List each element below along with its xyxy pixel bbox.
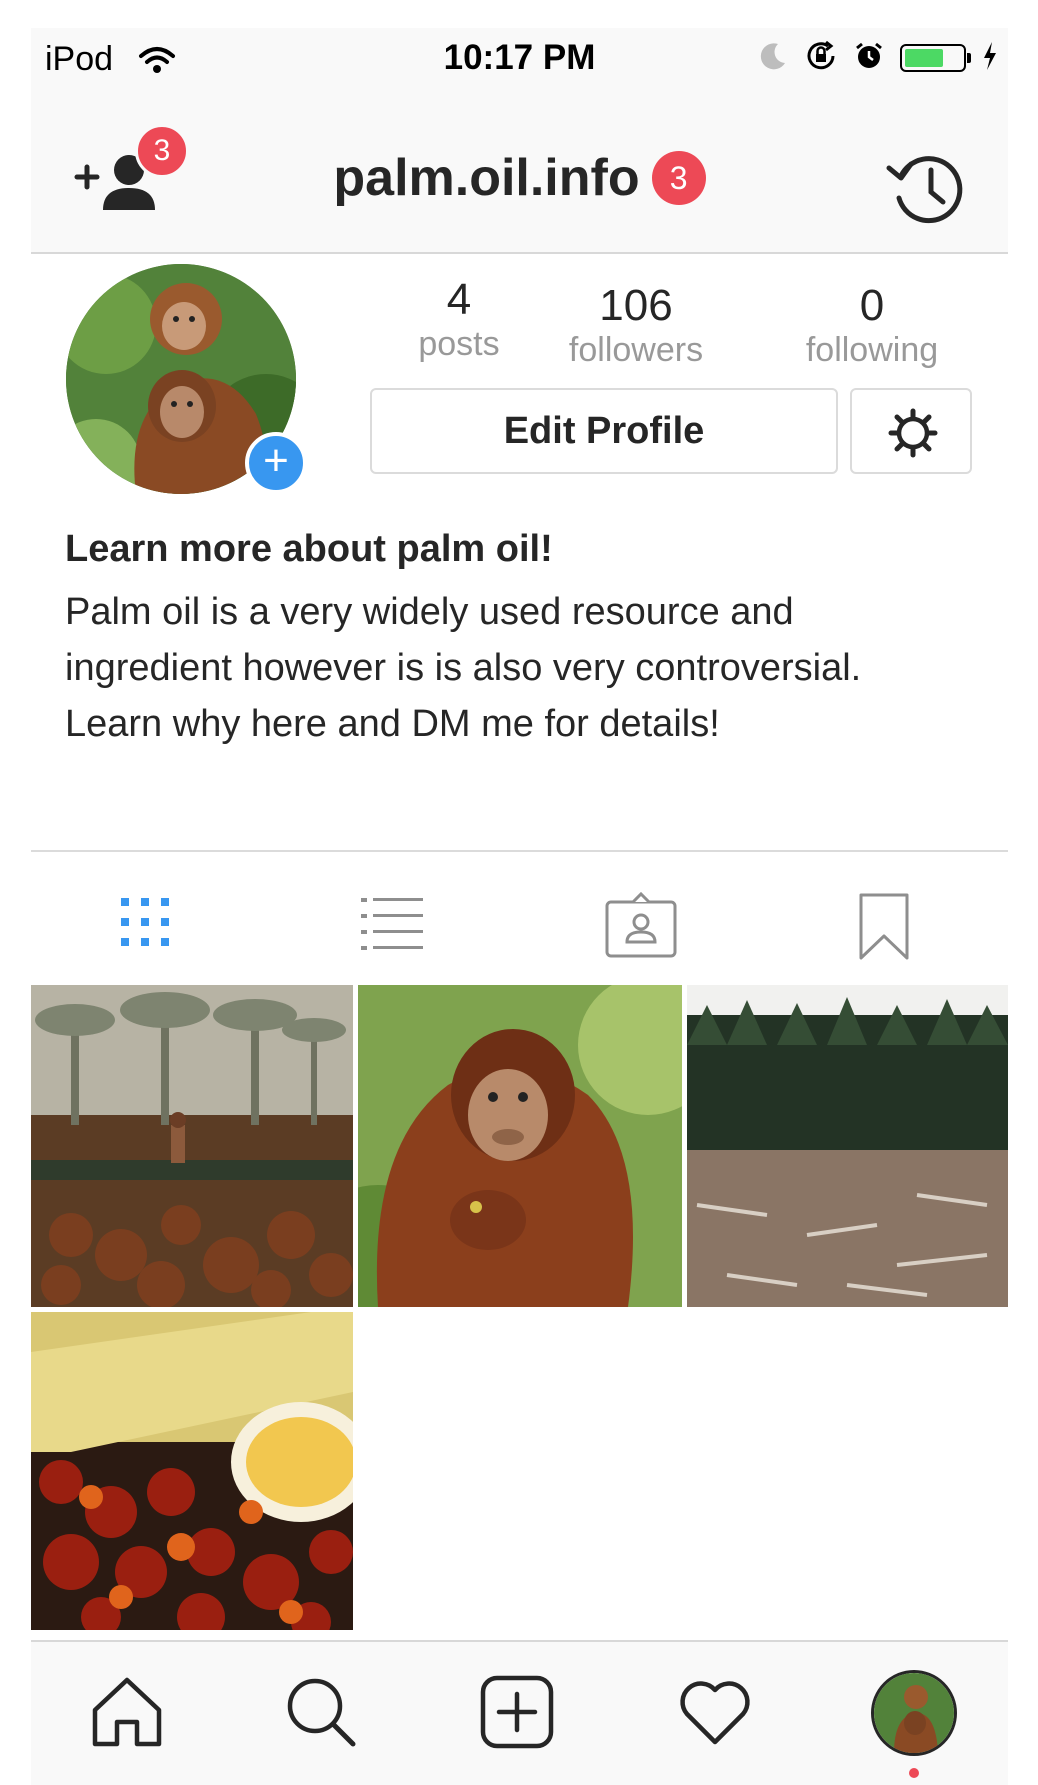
list-icon [359,898,425,956]
battery-icon [900,44,971,72]
settings-button[interactable] [850,388,972,474]
nav-new-post[interactable] [479,1674,559,1754]
profile-header: 3 palm.oil.info 3 [31,86,1008,254]
posts-count[interactable]: 4 posts [399,276,519,364]
tab-tagged[interactable] [605,891,685,962]
post-thumbnail[interactable] [687,985,1008,1307]
grid-icon [117,898,177,956]
moon-icon [758,41,788,76]
post-thumbnail[interactable] [358,985,682,1307]
add-story-button[interactable]: + [245,432,307,494]
history-button[interactable] [885,146,971,232]
tab-list[interactable] [359,892,439,962]
profile-tabs [31,850,1008,986]
plus-square-icon [479,1675,555,1754]
home-icon [89,1677,165,1754]
nav-profile-avatar[interactable] [871,1670,957,1756]
profile-screen: iPod 10:17 PM 3 palm.oil.info 3 + 4 post… [31,28,1008,1785]
following-count[interactable]: 0 following [797,282,947,370]
status-bar: iPod 10:17 PM [31,28,1008,86]
edit-profile-button[interactable]: Edit Profile [370,388,838,474]
nav-activity[interactable] [677,1674,757,1754]
bio-text: Palm oil is a very widely used resource … [65,591,862,745]
bottom-nav [31,1640,1008,1785]
nav-search[interactable] [283,1674,363,1754]
alarm-icon [854,41,884,76]
post-thumbnail[interactable] [31,985,353,1307]
bookmark-icon [857,893,911,966]
heart-icon [677,1681,753,1754]
tagged-person-icon [605,891,677,962]
rotation-lock-icon [804,39,838,78]
bio-title: Learn more about palm oil! [65,528,553,570]
search-icon [283,1678,359,1754]
activity-dot [909,1768,919,1778]
nav-home[interactable] [89,1674,169,1754]
followers-count[interactable]: 106 followers [561,282,711,370]
gear-icon [888,408,938,463]
username-badge: 3 [651,151,706,205]
username-title[interactable]: palm.oil.info [333,148,639,208]
tab-saved[interactable] [857,892,937,962]
tab-grid[interactable] [117,892,197,962]
history-icon [885,156,971,236]
post-thumbnail[interactable] [31,1312,353,1630]
charging-icon [982,41,998,76]
